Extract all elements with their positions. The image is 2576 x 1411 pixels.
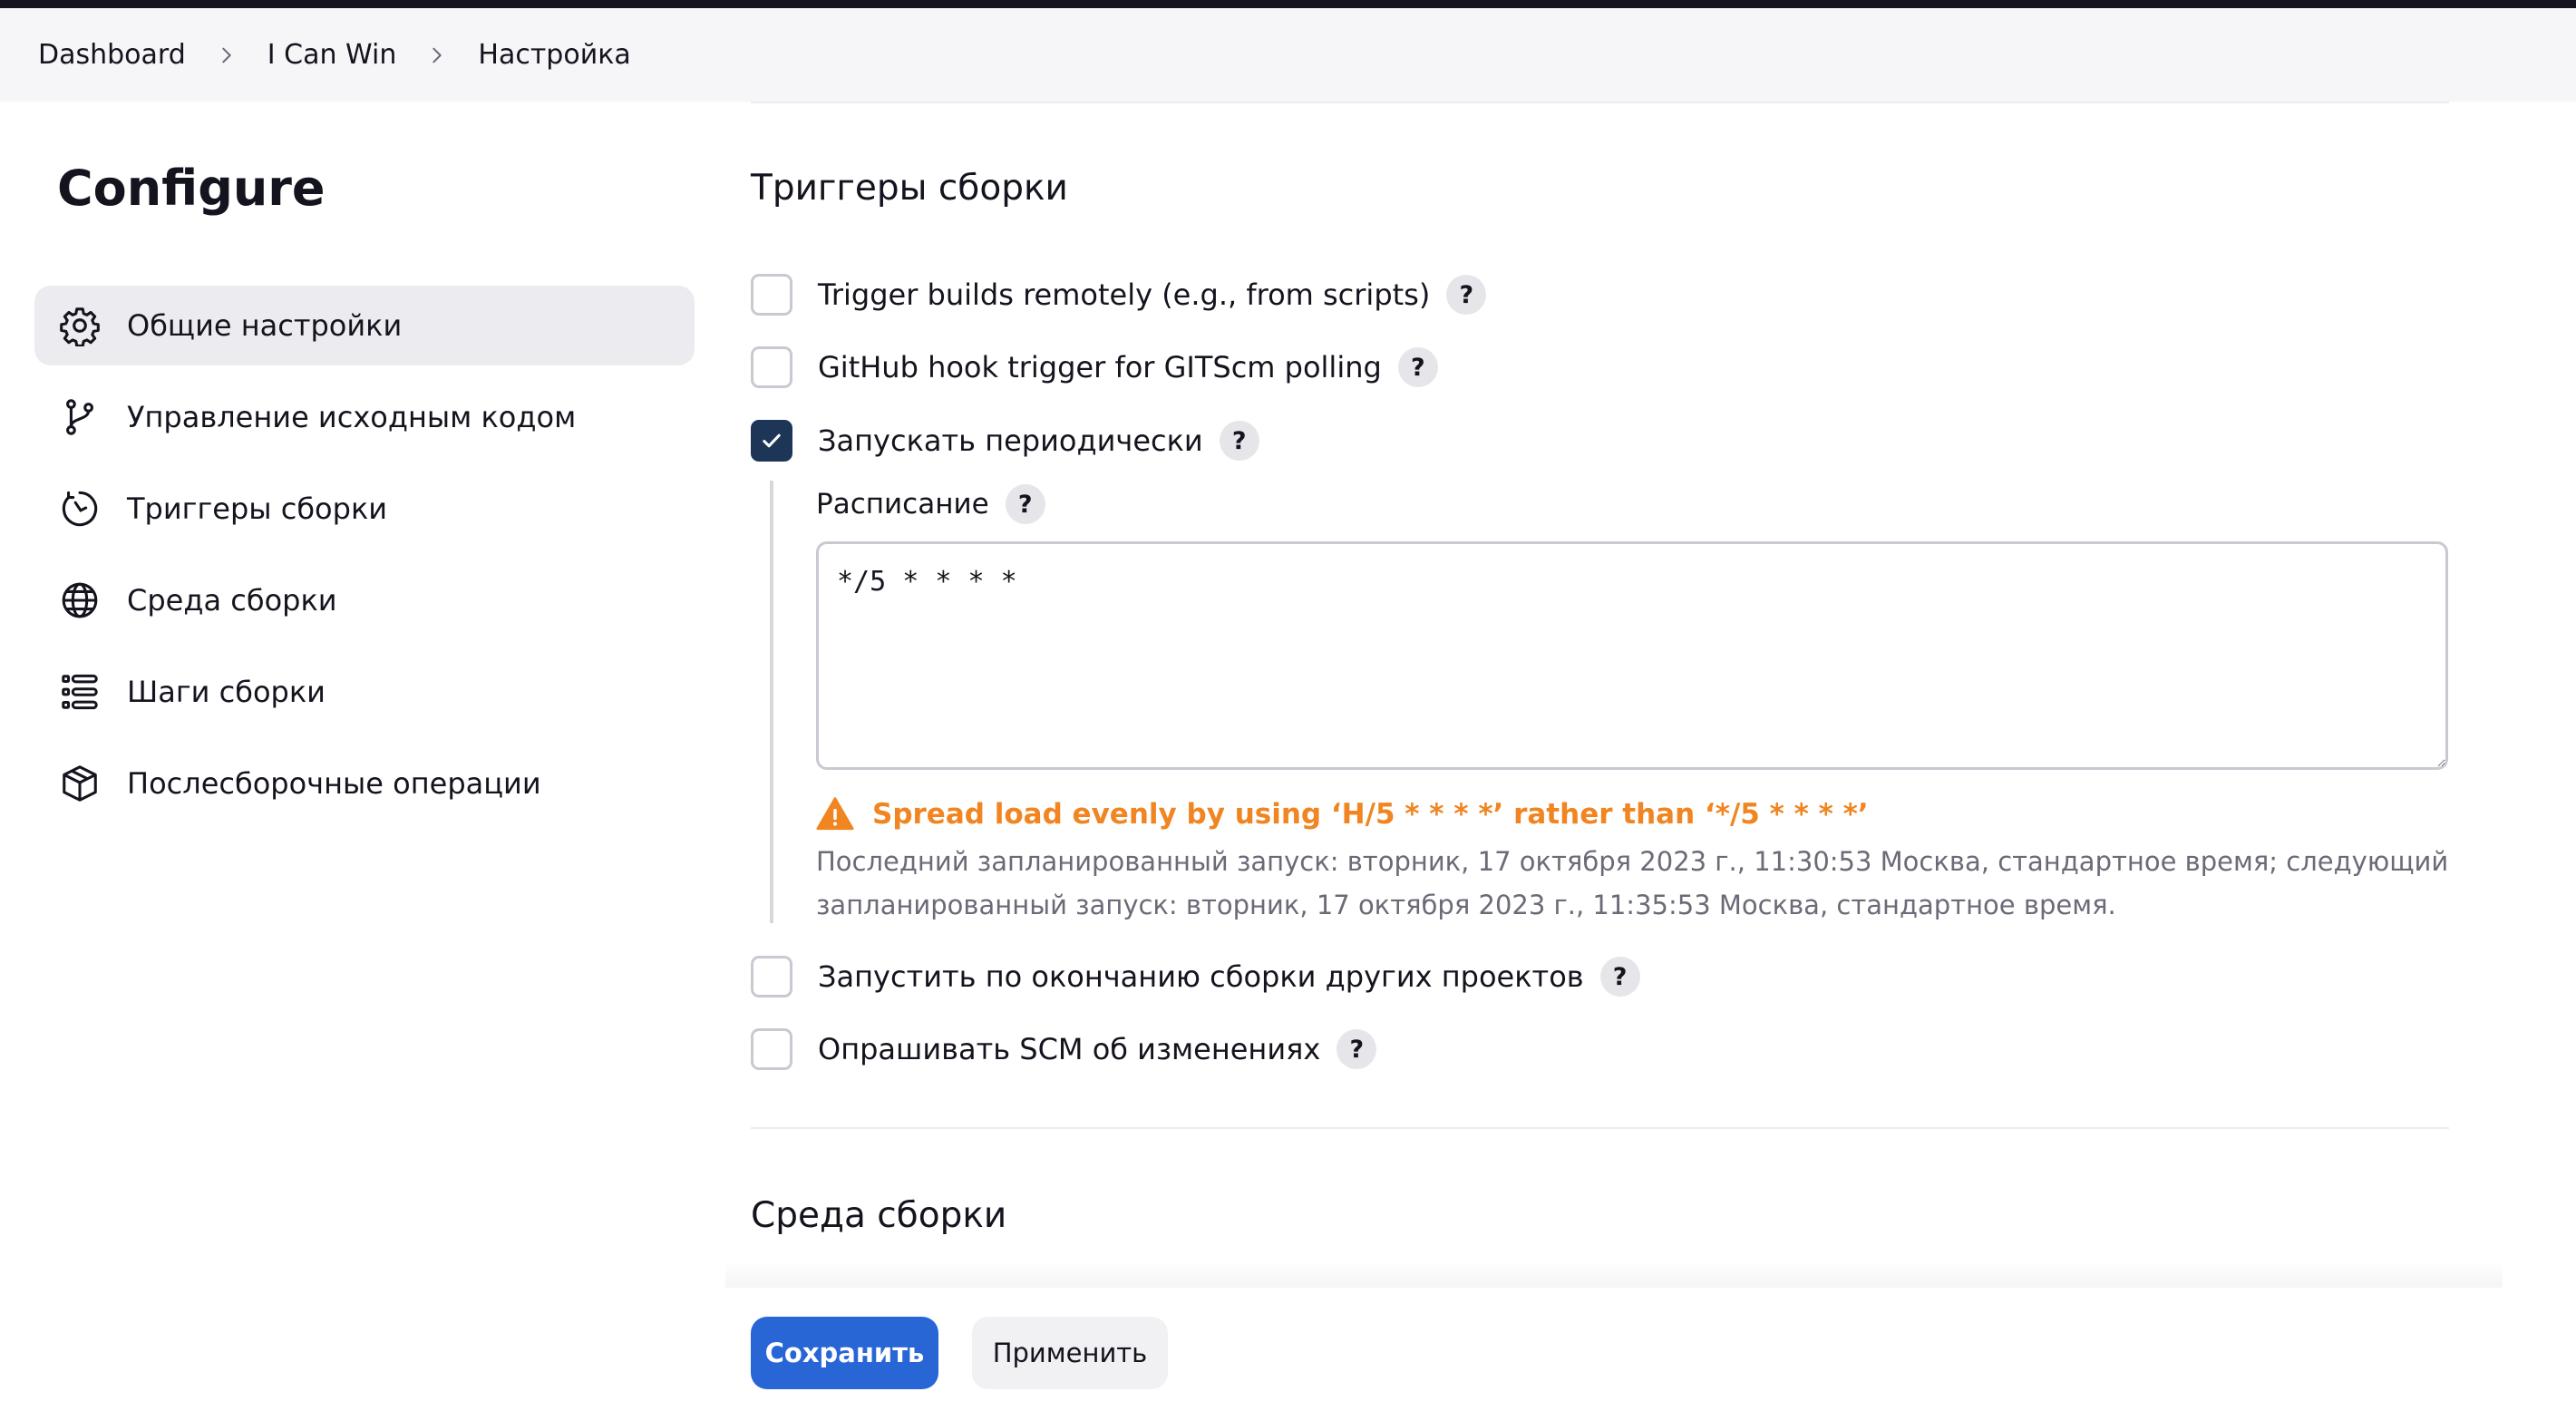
after-other-projects-checkbox[interactable] — [751, 956, 792, 997]
github-hook-checkbox[interactable] — [751, 346, 792, 388]
poll-scm-option: Опрашивать SCM об изменениях ? — [751, 1026, 1377, 1073]
schedule-warning: Spread load evenly by using ‘H/5 * * * *… — [816, 795, 1869, 833]
sidebar-item-label: Управление исходным кодом — [127, 400, 577, 434]
save-button[interactable]: Сохранить — [751, 1317, 938, 1389]
nested-section-line — [770, 481, 773, 923]
sidebar-item-build-triggers[interactable]: Триггеры сборки — [34, 469, 695, 549]
help-button[interactable]: ? — [1397, 347, 1438, 387]
schedule-label: Расписание — [816, 488, 989, 521]
sidebar-item-build-environment[interactable]: Среда сборки — [34, 560, 695, 640]
package-icon — [58, 762, 102, 805]
periodic-build-checkbox[interactable] — [751, 420, 792, 462]
sidebar-item-source-code[interactable]: Управление исходным кодом — [34, 377, 695, 457]
trigger-remote-option: Trigger builds remotely (e.g., from scri… — [751, 271, 1487, 318]
sidebar-item-label: Шаги сборки — [127, 675, 326, 709]
after-other-projects-option: Запустить по окончанию сборки других про… — [751, 953, 1640, 1000]
schedule-field-label: Расписание ? — [816, 481, 1045, 528]
page-title: Configure — [57, 160, 326, 217]
clock-icon — [58, 487, 102, 530]
help-button[interactable]: ? — [1005, 484, 1045, 524]
build-triggers-title: Триггеры сборки — [751, 168, 1068, 209]
help-button[interactable]: ? — [1337, 1029, 1377, 1069]
breadcrumb-dashboard[interactable]: Dashboard — [38, 39, 186, 71]
help-button[interactable]: ? — [1599, 957, 1640, 997]
sidebar-item-post-build[interactable]: Послесборочные операции — [34, 744, 695, 823]
footer-shadow — [725, 1260, 2503, 1288]
list-steps-icon — [58, 670, 102, 714]
sidebar-item-label: Среда сборки — [127, 583, 337, 618]
warning-text: Spread load evenly by using ‘H/5 * * * *… — [872, 798, 1869, 831]
sidebar-item-label: Триггеры сборки — [127, 491, 388, 526]
poll-scm-checkbox[interactable] — [751, 1028, 792, 1070]
sidebar-item-label: Послесборочные операции — [127, 766, 541, 801]
top-bar — [0, 0, 2576, 8]
gear-icon — [58, 304, 102, 347]
source-branch-icon — [58, 395, 102, 439]
breadcrumb-settings[interactable]: Настройка — [478, 39, 630, 71]
github-hook-label[interactable]: GitHub hook trigger for GITScm polling — [818, 350, 1382, 384]
schedule-info-text: Последний запланированный запуск: вторни… — [816, 846, 2449, 920]
trigger-remote-label[interactable]: Trigger builds remotely (e.g., from scri… — [818, 277, 1430, 312]
help-button[interactable]: ? — [1219, 421, 1259, 461]
build-environment-title: Среда сборки — [751, 1195, 1007, 1236]
breadcrumb: Dashboard I Can Win Настройка — [0, 8, 2576, 102]
warning-icon — [816, 797, 854, 831]
periodic-build-label[interactable]: Запускать периодически — [818, 423, 1203, 458]
schedule-textarea[interactable]: */5 * * * * — [816, 541, 2448, 770]
trigger-remote-checkbox[interactable] — [751, 274, 792, 316]
poll-scm-label[interactable]: Опрашивать SCM об изменениях — [818, 1032, 1320, 1066]
apply-button[interactable]: Применить — [972, 1317, 1168, 1389]
chevron-right-icon — [427, 45, 447, 65]
check-icon — [763, 433, 781, 448]
breadcrumb-project[interactable]: I Can Win — [267, 39, 397, 71]
after-other-projects-label[interactable]: Запустить по окончанию сборки других про… — [818, 959, 1584, 994]
help-button[interactable]: ? — [1446, 275, 1487, 315]
sidebar-item-general[interactable]: Общие настройки — [34, 286, 695, 365]
chevron-right-icon — [217, 45, 237, 65]
sidebar-nav: Общие настройки Управление исходным кодо… — [34, 286, 695, 835]
periodic-build-option: Запускать периодически ? — [751, 417, 1259, 464]
globe-icon — [58, 579, 102, 622]
github-hook-option: GitHub hook trigger for GITScm polling ? — [751, 344, 1438, 391]
section-divider — [751, 102, 2449, 103]
sidebar-item-label: Общие настройки — [127, 308, 403, 343]
section-divider — [751, 1127, 2449, 1129]
sidebar-item-build-steps[interactable]: Шаги сборки — [34, 652, 695, 732]
